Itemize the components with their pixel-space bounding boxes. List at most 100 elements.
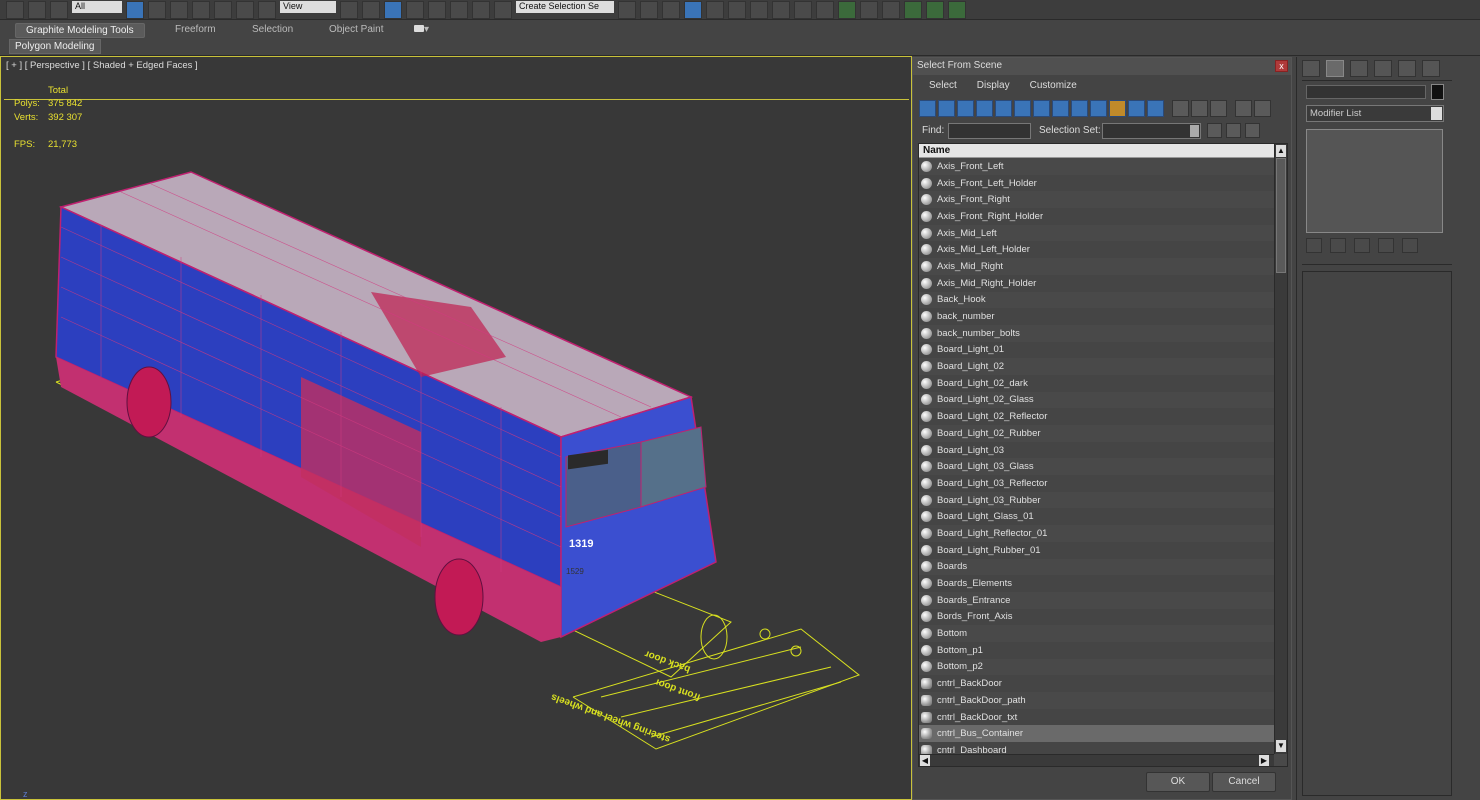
perspective-viewport[interactable]: [ + ] [ Perspective ] [ Shaded + Edged F… (0, 56, 912, 800)
select-none-icon[interactable] (1191, 100, 1208, 117)
list-item[interactable]: Board_Light_03_Glass (919, 458, 1274, 475)
angle-snap-icon[interactable] (428, 0, 446, 19)
configure-sets-icon[interactable] (1402, 238, 1418, 253)
scroll-up-icon[interactable]: ▲ (1276, 145, 1286, 157)
list-item[interactable]: Board_Light_Reflector_01 (919, 525, 1274, 542)
list-item[interactable]: Axis_Mid_Left (919, 225, 1274, 242)
list-item[interactable]: cntrl_Dashboard (919, 742, 1274, 754)
reference-coordinate-dropdown[interactable]: View (280, 0, 336, 13)
select-link-icon[interactable] (6, 0, 24, 19)
list-item[interactable]: Axis_Front_Right (919, 191, 1274, 208)
menu-display[interactable]: Display (967, 79, 1020, 95)
menu-customize[interactable]: Customize (1020, 79, 1087, 95)
container-icon[interactable] (860, 0, 878, 19)
hierarchy-tab-icon[interactable] (1350, 60, 1368, 77)
scene-object-list[interactable]: Name Axis_Front_Left Axis_Front_Left_Hold… (918, 143, 1288, 767)
scroll-left-icon[interactable]: ◀ (920, 755, 930, 766)
pin-stack-icon[interactable] (1306, 238, 1322, 253)
modifier-list-dropdown[interactable]: Modifier List (1306, 105, 1444, 122)
material-editor-icon[interactable] (750, 0, 768, 19)
list-item[interactable]: Bottom_p1 (919, 641, 1274, 659)
horizontal-scrollbar[interactable]: ◀ ▶ (919, 754, 1274, 766)
display-xrefs-icon[interactable] (1052, 100, 1069, 117)
tab-graphite-modeling-tools[interactable]: Graphite Modeling Tools (15, 23, 145, 38)
list-item[interactable]: Bords_Front_Axis (919, 608, 1274, 626)
edit-named-selection-icon[interactable] (494, 0, 512, 19)
list-item[interactable]: Board_Light_Rubber_01 (919, 541, 1274, 559)
select-by-name-icon[interactable] (148, 0, 166, 19)
list-item[interactable]: back_number (919, 308, 1274, 325)
schematic-view-icon[interactable] (728, 0, 746, 19)
object-name-field[interactable] (1306, 85, 1426, 99)
column-header-name[interactable]: Name (919, 144, 1274, 158)
unlink-icon[interactable] (28, 0, 46, 19)
list-item[interactable]: Board_Light_03_Rubber (919, 492, 1274, 509)
utility-icon[interactable] (882, 0, 900, 19)
mirror-icon[interactable] (618, 0, 636, 19)
script-tool-icon[interactable] (838, 0, 856, 19)
remove-from-set-icon[interactable] (1245, 123, 1260, 138)
list-item[interactable]: Axis_Front_Left (919, 158, 1274, 175)
select-object-icon[interactable] (126, 0, 144, 19)
find-input[interactable] (948, 123, 1031, 139)
recycle-icon-2[interactable] (926, 0, 944, 19)
list-item[interactable]: Boards_Elements (919, 575, 1274, 592)
scroll-down-icon[interactable]: ▼ (1276, 740, 1286, 752)
list-item[interactable]: Boards_Entrance (919, 592, 1274, 609)
cancel-button[interactable]: Cancel (1212, 772, 1276, 792)
list-item[interactable]: Bottom (919, 625, 1274, 642)
polygon-modeling-panel[interactable]: Polygon Modeling (9, 39, 101, 54)
spinner-snap-icon[interactable] (472, 0, 490, 19)
pivot-center-icon[interactable] (340, 0, 358, 19)
render-production-icon[interactable] (816, 0, 834, 19)
display-hidden-icon[interactable] (1128, 100, 1145, 117)
display-all-icon[interactable] (1147, 100, 1164, 117)
list-item[interactable]: Board_Light_02_dark (919, 374, 1274, 392)
motion-tab-icon[interactable] (1374, 60, 1392, 77)
list-item[interactable]: Board_Light_02_Glass (919, 392, 1274, 409)
scrollbar-thumb[interactable] (1276, 158, 1286, 273)
render-setup-icon[interactable] (772, 0, 790, 19)
list-item[interactable]: Bottom_p2 (919, 659, 1274, 676)
select-invert-icon[interactable] (1210, 100, 1227, 117)
list-item[interactable]: back_number_bolts (919, 325, 1274, 342)
tab-selection[interactable]: Selection (242, 23, 303, 38)
display-helpers-icon[interactable] (995, 100, 1012, 117)
object-color-swatch[interactable] (1431, 84, 1444, 100)
list-item[interactable]: cntrl_BackDoor (919, 675, 1274, 692)
list-item[interactable]: Board_Light_03 (919, 441, 1274, 459)
rotate-icon[interactable] (236, 0, 254, 19)
list-item[interactable]: Axis_Mid_Left_Holder (919, 241, 1274, 259)
curve-editor-icon[interactable] (706, 0, 724, 19)
menu-select[interactable]: Select (919, 79, 967, 95)
graphite-toggle-icon[interactable] (684, 0, 702, 19)
selection-filter-dropdown[interactable]: All (72, 0, 122, 13)
display-frozen-icon[interactable] (1109, 100, 1126, 117)
display-shapes-icon[interactable] (938, 100, 955, 117)
named-selection-set-dropdown[interactable]: Create Selection Se (516, 0, 614, 13)
create-set-icon[interactable] (1207, 123, 1222, 138)
list-item[interactable]: Back_Hook (919, 292, 1274, 309)
add-to-set-icon[interactable] (1226, 123, 1241, 138)
display-tab-icon[interactable] (1398, 60, 1416, 77)
recycle-icon-3[interactable] (948, 0, 966, 19)
display-geometry-icon[interactable] (919, 100, 936, 117)
rectangular-selection-icon[interactable] (170, 0, 188, 19)
display-lights-icon[interactable] (957, 100, 974, 117)
display-cameras-icon[interactable] (976, 100, 993, 117)
make-unique-icon[interactable] (1354, 238, 1370, 253)
layer-manager-icon[interactable] (662, 0, 680, 19)
tab-object-paint[interactable]: Object Paint (319, 23, 393, 38)
list-item[interactable]: Board_Light_01 (919, 341, 1274, 359)
display-containers-icon[interactable] (1090, 100, 1107, 117)
scroll-right-icon[interactable]: ▶ (1259, 755, 1269, 766)
select-all-icon[interactable] (1172, 100, 1189, 117)
list-item[interactable]: Axis_Front_Right_Holder (919, 208, 1274, 225)
list-item[interactable]: Board_Light_02_Rubber (919, 425, 1274, 442)
list-item[interactable]: cntrl_BackDoor_txt (919, 708, 1274, 726)
ribbon-options-dropdown[interactable]: ▾ (410, 23, 433, 38)
keyboard-shortcut-icon[interactable] (384, 0, 402, 19)
recycle-icon-1[interactable] (904, 0, 922, 19)
tab-freeform[interactable]: Freeform (165, 23, 226, 38)
vertical-scrollbar[interactable]: ▲ ▼ (1274, 144, 1287, 754)
